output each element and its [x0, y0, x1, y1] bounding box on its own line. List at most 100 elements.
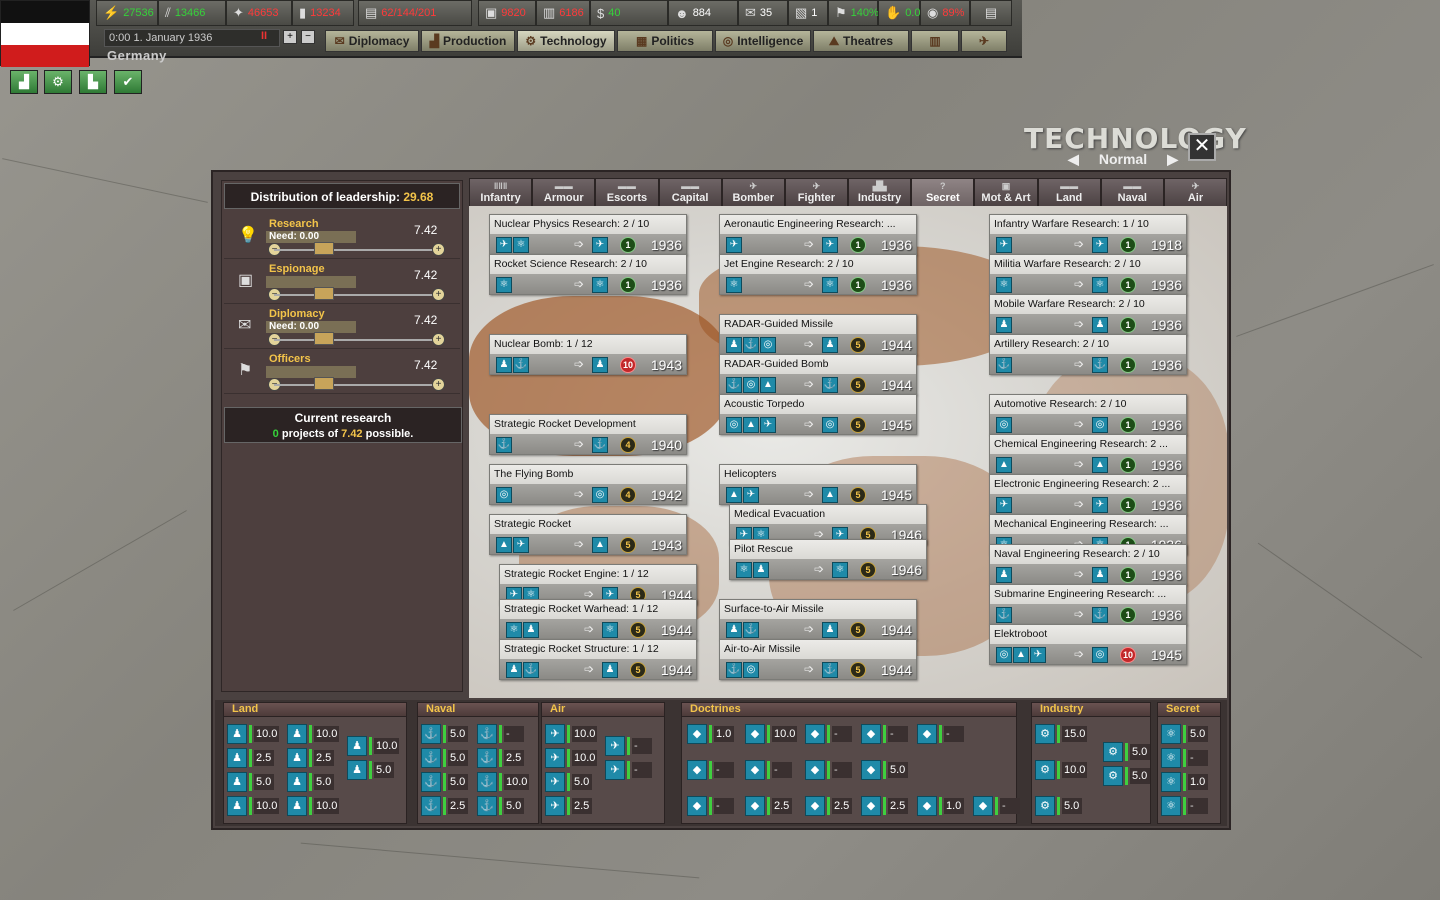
tech-card[interactable]: Infantry Warfare Research: 1 / 10 ✈ ➩ ✈ 1 191…: [989, 214, 1187, 255]
tech-card[interactable]: RADAR-Guided Bomb ⚓ ◎ ▲ ➩ ⚓ 5 1944: [719, 354, 917, 395]
tab-technology[interactable]: ⚙ Technology: [517, 30, 615, 52]
increase-espionage-button[interactable]: +: [432, 288, 445, 301]
naval-skill[interactable]: ⚓ 2.5: [421, 796, 468, 816]
slider-handle[interactable]: [314, 287, 334, 300]
air-skill[interactable]: ✈ -: [605, 760, 652, 780]
air-skill[interactable]: ✈ 10.0: [545, 724, 598, 744]
resource-espionage[interactable]: ▧ 1: [788, 0, 828, 26]
slider-track[interactable]: [274, 249, 438, 251]
tech-card[interactable]: The Flying Bomb ◎ ➩ ◎ 4 1942: [489, 464, 687, 505]
resource-metal[interactable]: ⫽ 13466: [158, 0, 226, 26]
naval-skill[interactable]: ⚓ 5.0: [421, 724, 468, 744]
increase-research-button[interactable]: +: [432, 243, 445, 256]
naval-skill[interactable]: ⚓ 2.5: [477, 748, 524, 768]
tab-diplomacy[interactable]: ✉ Diplomacy: [325, 30, 419, 52]
air-missions-button[interactable]: ✈: [961, 30, 1007, 52]
doctrine-skill[interactable]: ◆ -: [861, 724, 908, 744]
industry-skill[interactable]: ⚙ 15.0: [1035, 724, 1088, 744]
resource-manpower[interactable]: ☻ 884: [668, 0, 738, 26]
tab-mot-art[interactable]: ▣ Mot & Art: [974, 178, 1038, 208]
close-button[interactable]: ✕: [1188, 133, 1216, 161]
slider-track[interactable]: [274, 384, 438, 386]
resource-money[interactable]: $40: [590, 0, 668, 26]
tech-card[interactable]: Mobile Warfare Research: 2 / 10 ♟ ➩ ♟ 1 1936: [989, 294, 1187, 335]
tech-card[interactable]: Strategic Rocket Structure: 1 / 12 ♟ ⚓ ➩ ♟ 5 1…: [499, 639, 697, 680]
land-skill[interactable]: ♟ 5.0: [287, 772, 334, 792]
tech-card[interactable]: Pilot Rescue ⚛ ♟ ➩ ⚛ 5 1946: [729, 539, 927, 580]
secret-skill[interactable]: ⚛ -: [1161, 796, 1208, 816]
doctrine-skill[interactable]: ◆ 5.0: [861, 760, 908, 780]
industry-skill[interactable]: ⚙ 5.0: [1035, 796, 1082, 816]
increase-officers-button[interactable]: +: [432, 378, 445, 391]
naval-skill[interactable]: ⚓ 5.0: [421, 772, 468, 792]
tab-production[interactable]: ▟ Production: [421, 30, 515, 52]
land-skill[interactable]: ♟ 5.0: [347, 760, 394, 780]
tab-bomber[interactable]: ✈ Bomber: [721, 178, 785, 208]
quick-objectives-button[interactable]: ✔: [114, 70, 142, 94]
resource-diplomacy[interactable]: ✉ 35: [738, 0, 788, 26]
doctrine-skill[interactable]: ◆ 2.5: [805, 796, 852, 816]
slider-handle[interactable]: [314, 377, 334, 390]
land-skill[interactable]: ♟ 10.0: [347, 736, 400, 756]
tech-card[interactable]: Air-to-Air Missile ⚓ ◎ ➩ ⚓ 5 1944: [719, 639, 917, 680]
tech-card[interactable]: Aeronautic Engineering Research: ... ✈ ➩ ✈ 1…: [719, 214, 917, 255]
mode-prev-icon[interactable]: ◀: [1068, 151, 1079, 168]
quick-tech-button[interactable]: ⚙: [44, 70, 72, 94]
land-skill[interactable]: ♟ 10.0: [287, 796, 340, 816]
doctrine-skill[interactable]: ◆ 1.0: [687, 724, 734, 744]
doctrine-skill[interactable]: ◆ -: [917, 724, 964, 744]
air-skill[interactable]: ✈ 10.0: [545, 748, 598, 768]
naval-skill[interactable]: ⚓ -: [477, 724, 524, 744]
speed-down-button[interactable]: −: [301, 30, 315, 44]
doctrine-skill[interactable]: ◆ 1.0: [917, 796, 964, 816]
tech-card[interactable]: Rocket Science Research: 2 / 10 ⚛ ➩ ⚛ 1 1936: [489, 254, 687, 295]
resource-oil[interactable]: ▮ 13234: [292, 0, 354, 26]
resource-national-unity[interactable]: ◉ 89%: [920, 0, 970, 26]
land-skill[interactable]: ♟ 2.5: [227, 748, 274, 768]
naval-skill[interactable]: ⚓ 5.0: [421, 748, 468, 768]
tech-card[interactable]: Submarine Engineering Research: ... ⚓ ➩ ⚓ 1 1…: [989, 584, 1187, 625]
land-skill[interactable]: ♟ 10.0: [227, 724, 280, 744]
industry-skill[interactable]: ⚙ 5.0: [1103, 766, 1150, 786]
ledger-button[interactable]: ▤: [970, 0, 1012, 26]
tab-theatres[interactable]: ⛰ Theatres: [813, 30, 909, 52]
resource-fuel[interactable]: ▥ 6186: [536, 0, 590, 26]
doctrine-skill[interactable]: ◆ -: [805, 760, 852, 780]
resource-supplies[interactable]: ▣ 9820: [478, 0, 536, 26]
tab-intelligence[interactable]: ◎ Intelligence: [715, 30, 811, 52]
tech-card[interactable]: Artillery Research: 2 / 10 ⚓ ➩ ⚓ 1 1936: [989, 334, 1187, 375]
doctrine-skill[interactable]: ◆ 2.5: [745, 796, 792, 816]
doctrine-skill[interactable]: ◆ -: [687, 796, 734, 816]
slider-track[interactable]: [274, 294, 438, 296]
slider-handle[interactable]: [314, 332, 334, 345]
tab-land[interactable]: ▬▬ Land: [1037, 178, 1101, 208]
land-skill[interactable]: ♟ 10.0: [227, 796, 280, 816]
slider-handle[interactable]: [314, 242, 334, 255]
statistics-button[interactable]: ▥: [911, 30, 959, 52]
tech-card[interactable]: Electronic Engineering Research: 2 ... ✈ ➩…: [989, 474, 1187, 515]
pause-icon[interactable]: II: [261, 30, 267, 42]
tech-card[interactable]: Surface-to-Air Missile ♟ ⚓ ➩ ♟ 5 1944: [719, 599, 917, 640]
tech-card[interactable]: Helicopters ▲ ✈ ➩ ▲ 5 1945: [719, 464, 917, 505]
doctrine-skill[interactable]: ◆ -: [973, 796, 1020, 816]
secret-skill[interactable]: ⚛ 1.0: [1161, 772, 1208, 792]
country-flag[interactable]: [0, 0, 90, 67]
tech-card[interactable]: Elektroboot ◎ ▲ ✈ ➩ ◎ 10 1945: [989, 624, 1187, 665]
resource-ic[interactable]: ▤ 62/144/201: [358, 0, 472, 26]
tech-card[interactable]: Jet Engine Research: 2 / 10 ⚛ ➩ ⚛ 1 1936: [719, 254, 917, 295]
air-skill[interactable]: ✈ 5.0: [545, 772, 592, 792]
doctrine-skill[interactable]: ◆ -: [687, 760, 734, 780]
tab-air[interactable]: ✈ Air: [1163, 178, 1228, 208]
tab-naval[interactable]: ▬▬ Naval: [1100, 178, 1164, 208]
mode-next-icon[interactable]: ▶: [1167, 151, 1178, 168]
resource-dissent[interactable]: ✋ 0.00: [878, 0, 927, 26]
tech-card[interactable]: Militia Warfare Research: 2 / 10 ⚛ ➩ ⚛ 1 1936: [989, 254, 1187, 295]
doctrine-skill[interactable]: ◆ -: [805, 724, 852, 744]
air-skill[interactable]: ✈ -: [605, 736, 652, 756]
tech-card[interactable]: RADAR-Guided Missile ♟ ⚓ ◎ ➩ ♟ 5 1944: [719, 314, 917, 355]
tech-card[interactable]: Strategic Rocket ▲ ✈ ➩ ▲ 5 1943: [489, 514, 687, 555]
tech-card[interactable]: Chemical Engineering Research: 2 ... ▲ ➩ ▲ 1…: [989, 434, 1187, 475]
secret-skill[interactable]: ⚛ -: [1161, 748, 1208, 768]
naval-skill[interactable]: ⚓ 10.0: [477, 772, 530, 792]
secret-skill[interactable]: ⚛ 5.0: [1161, 724, 1208, 744]
